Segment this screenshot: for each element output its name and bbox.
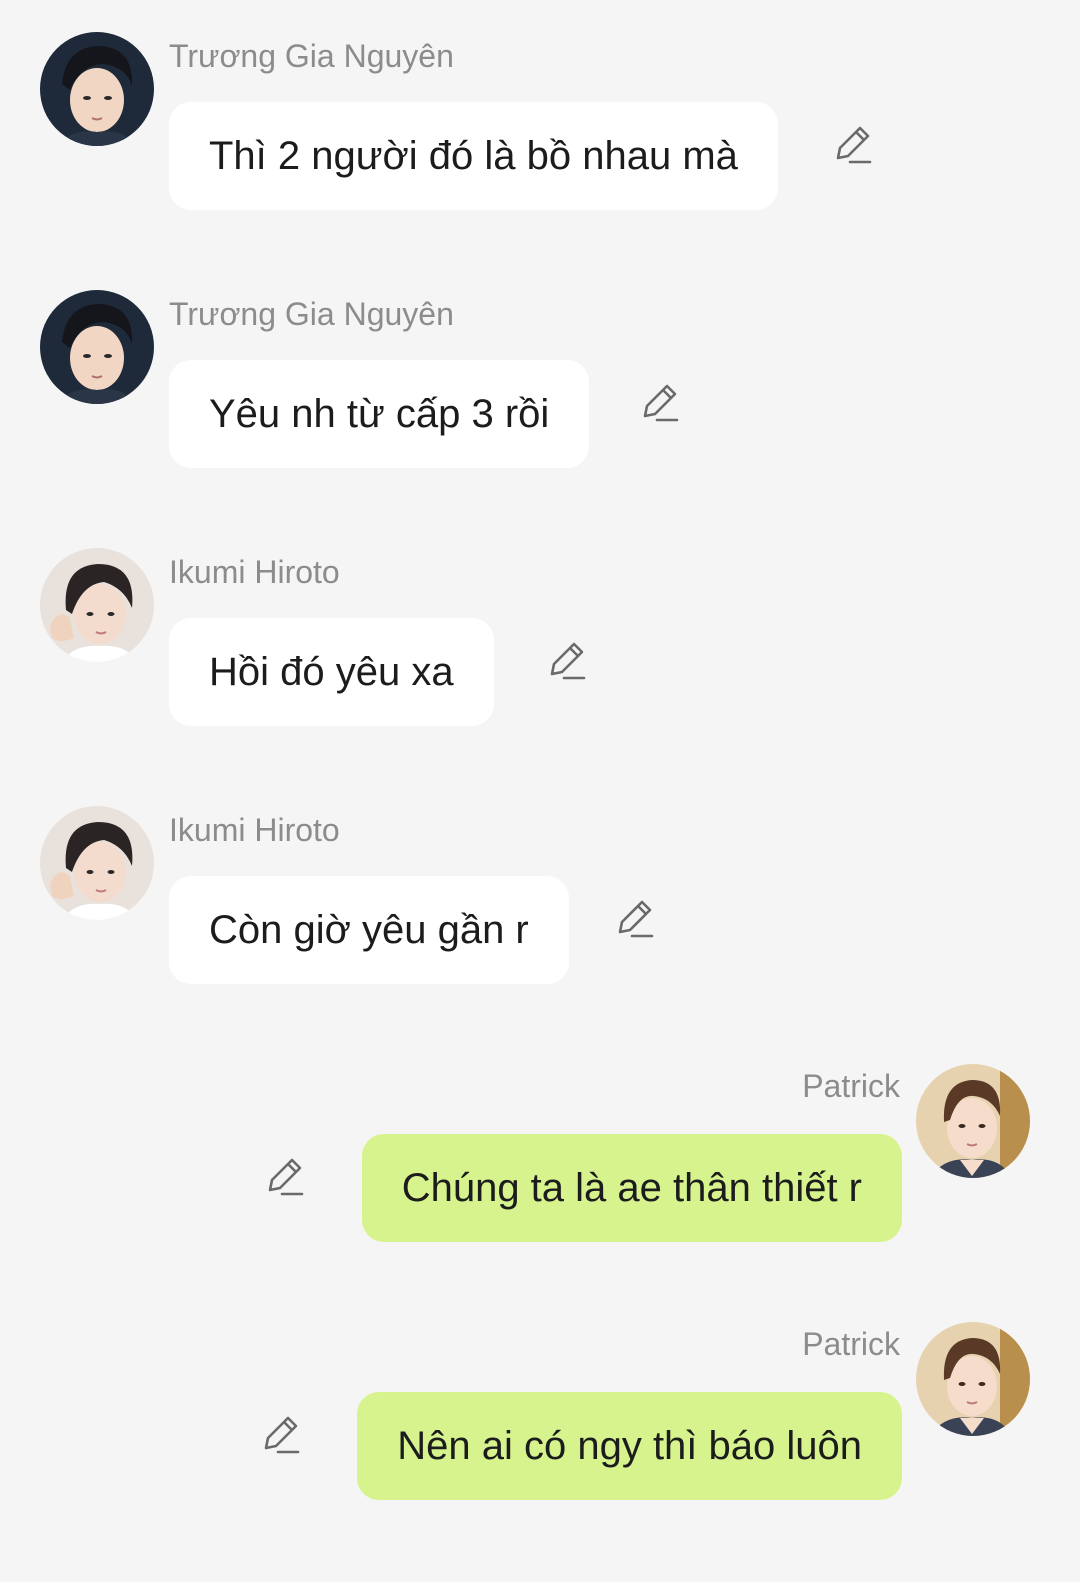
message-bubble[interactable]: Còn giờ yêu gần r [169,876,569,984]
sender-name: Trương Gia Nguyên [169,296,454,332]
pencil-edit-icon[interactable] [637,382,681,426]
pencil-edit-icon[interactable] [544,640,588,684]
message-bubble[interactable]: Nên ai có ngy thì báo luôn [357,1392,902,1500]
avatar-ikumi-hiroto[interactable] [40,806,154,920]
avatar-truong-gia-nguyen[interactable] [40,290,154,404]
pencil-edit-icon[interactable] [830,124,874,168]
sender-name: Patrick [802,1068,900,1104]
message-bubble[interactable]: Chúng ta là ae thân thiết r [361,1134,902,1242]
message-bubble[interactable]: Hồi đó yêu xa [169,618,494,726]
avatar-patrick[interactable] [916,1064,1030,1178]
pencil-edit-icon[interactable] [262,1156,306,1200]
avatar-patrick[interactable] [916,1322,1030,1436]
avatar-ikumi-hiroto[interactable] [40,548,154,662]
pencil-edit-icon[interactable] [612,898,656,942]
message-bubble[interactable]: Thì 2 người đó là bồ nhau mà [169,102,778,210]
sender-name: Ikumi Hiroto [169,812,340,848]
sender-name: Ikumi Hiroto [169,554,340,590]
pencil-edit-icon[interactable] [258,1414,302,1458]
avatar-truong-gia-nguyen[interactable] [40,32,154,146]
message-bubble[interactable]: Yêu nh từ cấp 3 rồi [169,360,590,468]
sender-name: Trương Gia Nguyên [169,38,454,74]
sender-name: Patrick [802,1326,900,1362]
